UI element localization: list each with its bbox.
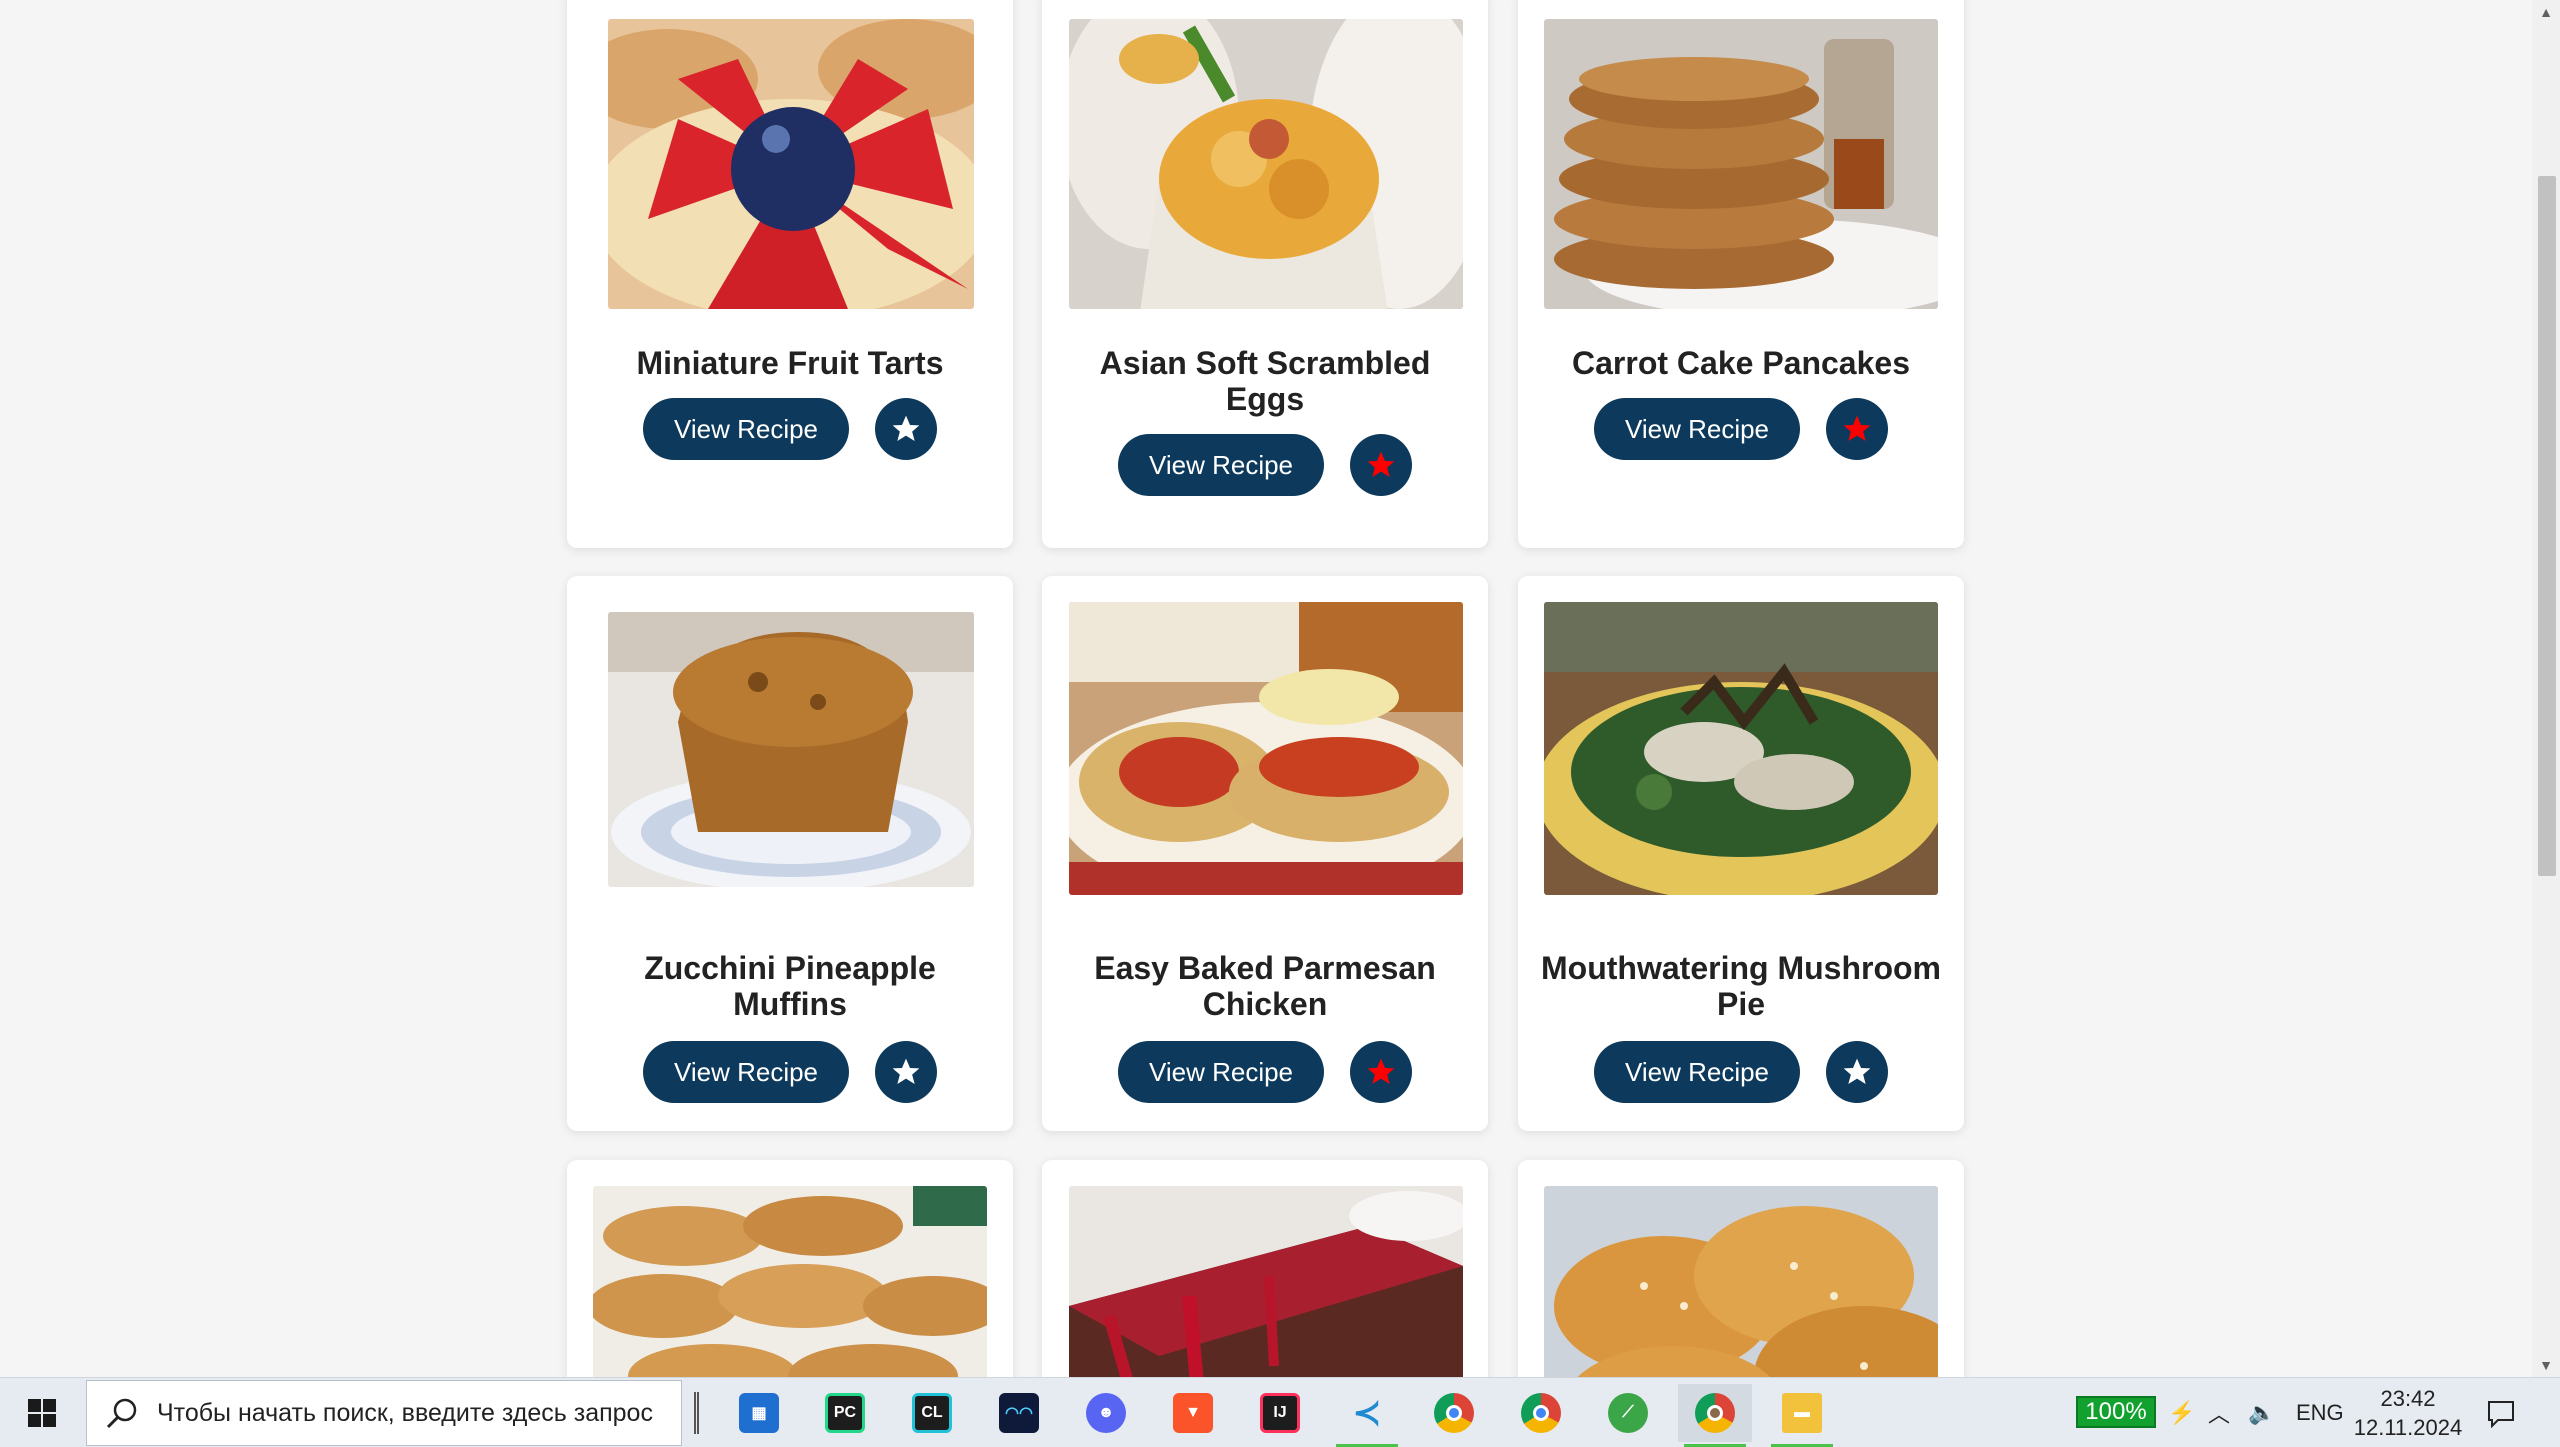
favorite-button[interactable] — [1826, 398, 1888, 460]
search-placeholder: Чтобы начать поиск, введите здесь запрос — [157, 1398, 653, 1427]
chrome-icon[interactable] — [1504, 1384, 1578, 1442]
clock-date: 12.11.2024 — [2353, 1415, 2463, 1440]
star-icon — [1843, 1058, 1871, 1084]
chevron-up-icon[interactable]: ︿ — [2208, 1378, 2230, 1447]
volume-icon[interactable]: 🔈 — [2248, 1378, 2275, 1447]
favorite-button[interactable] — [1826, 1041, 1888, 1103]
recipe-page: Miniature Fruit Tarts View Recipe Asian … — [0, 0, 2560, 1377]
fruit-tarts-photo — [608, 19, 974, 309]
scrambled-eggs-photo — [1069, 19, 1463, 309]
clock[interactable]: 23:42 12.11.2024 — [2346, 1384, 2470, 1442]
recipe-title: Asian Soft Scrambled Eggs — [1099, 345, 1431, 417]
view-recipe-button[interactable]: View Recipe — [1594, 398, 1800, 460]
pycharm-icon[interactable]: PC — [808, 1384, 882, 1442]
app-icon[interactable]: ⟋ — [1591, 1384, 1665, 1442]
recipe-card: Miniature Fruit Tarts View Recipe — [567, 0, 1013, 548]
parmesan-chicken-photo — [1069, 602, 1463, 895]
recipe-actions: View Recipe — [567, 1041, 1013, 1103]
recipe-title: Easy Baked Parmesan Chicken — [1094, 950, 1436, 1022]
recipe-actions: View Recipe — [1042, 434, 1488, 496]
star-icon — [1367, 451, 1395, 477]
mushroom-pie-photo — [1544, 602, 1938, 895]
clock-time: 23:42 — [2380, 1386, 2436, 1411]
favorite-button[interactable] — [875, 1041, 937, 1103]
recipe-actions: View Recipe — [1518, 398, 1964, 460]
recipe-title: Carrot Cake Pancakes — [1572, 345, 1910, 381]
recipe-card: Zucchini Pineapple Muffins View Recipe — [567, 576, 1013, 1131]
brave-icon[interactable]: ▼ — [1156, 1384, 1230, 1442]
recipe-title: Mouthwatering Mushroom Pie — [1541, 950, 1941, 1022]
battery-indicator[interactable]: 100% — [2076, 1396, 2156, 1428]
scroll-down-arrow-icon[interactable]: ▼ — [2532, 1353, 2560, 1377]
vscode-icon[interactable]: ≺ — [1330, 1384, 1404, 1447]
recipe-title: Zucchini Pineapple Muffins — [644, 950, 936, 1022]
challah-photo — [1544, 1186, 1938, 1377]
favorite-button[interactable] — [875, 398, 937, 460]
chrome-icon[interactable] — [1678, 1384, 1752, 1447]
recipe-card: Carrot Cake Pancakes View Recipe — [1518, 0, 1964, 548]
notifications-icon[interactable] — [2486, 1378, 2516, 1447]
discord-icon[interactable]: ☻ — [1069, 1384, 1143, 1442]
muffin-photo — [608, 612, 974, 887]
view-recipe-button[interactable]: View Recipe — [1118, 434, 1324, 496]
windows-logo-icon — [28, 1399, 56, 1427]
recipe-card: Mouthwatering Mushroom Pie View Recipe — [1518, 576, 1964, 1131]
recipe-actions: View Recipe — [567, 398, 1013, 460]
app-icon[interactable]: ◠◠ — [982, 1384, 1056, 1442]
view-recipe-button[interactable]: View Recipe — [643, 398, 849, 460]
recipe-card — [1042, 1160, 1488, 1377]
scrollbar-thumb[interactable] — [2538, 176, 2556, 876]
madeleines-photo — [593, 1186, 987, 1377]
favorite-button[interactable] — [1350, 1041, 1412, 1103]
taskbar: Чтобы начать поиск, введите здесь запрос… — [0, 1377, 2560, 1447]
store-icon[interactable]: ▦ — [722, 1384, 796, 1442]
recipe-card — [567, 1160, 1013, 1377]
language-indicator[interactable]: ENG — [2296, 1378, 2344, 1447]
recipe-title: Miniature Fruit Tarts — [636, 345, 944, 381]
intellij-icon[interactable]: IJ — [1243, 1384, 1317, 1442]
start-button[interactable] — [0, 1378, 84, 1447]
view-recipe-button[interactable]: View Recipe — [1594, 1041, 1800, 1103]
recipe-card: Asian Soft Scrambled Eggs View Recipe — [1042, 0, 1488, 548]
file-explorer-icon[interactable]: ▬ — [1765, 1384, 1839, 1447]
search-icon — [87, 1396, 157, 1430]
chrome-icon[interactable] — [1417, 1384, 1491, 1442]
pancakes-photo — [1544, 19, 1938, 309]
scroll-up-arrow-icon[interactable]: ▲ — [2532, 0, 2560, 24]
clion-icon[interactable]: CL — [895, 1384, 969, 1442]
recipe-card — [1518, 1160, 1964, 1377]
taskbar-search-box[interactable]: Чтобы начать поиск, введите здесь запрос — [86, 1380, 682, 1446]
recipe-card: Easy Baked Parmesan Chicken View Recipe — [1042, 576, 1488, 1131]
task-view-divider — [694, 1392, 699, 1434]
view-recipe-button[interactable]: View Recipe — [1118, 1041, 1324, 1103]
recipe-actions: View Recipe — [1042, 1041, 1488, 1103]
star-icon — [1367, 1058, 1395, 1084]
star-icon — [1843, 415, 1871, 441]
view-recipe-button[interactable]: View Recipe — [643, 1041, 849, 1103]
star-icon — [892, 415, 920, 441]
vertical-scrollbar[interactable]: ▲ ▼ — [2532, 0, 2560, 1377]
battery-plug-icon[interactable]: ⚡ — [2168, 1378, 2195, 1447]
recipe-actions: View Recipe — [1518, 1041, 1964, 1103]
favorite-button[interactable] — [1350, 434, 1412, 496]
cheesecake-photo — [1069, 1186, 1463, 1377]
star-icon — [892, 1058, 920, 1084]
